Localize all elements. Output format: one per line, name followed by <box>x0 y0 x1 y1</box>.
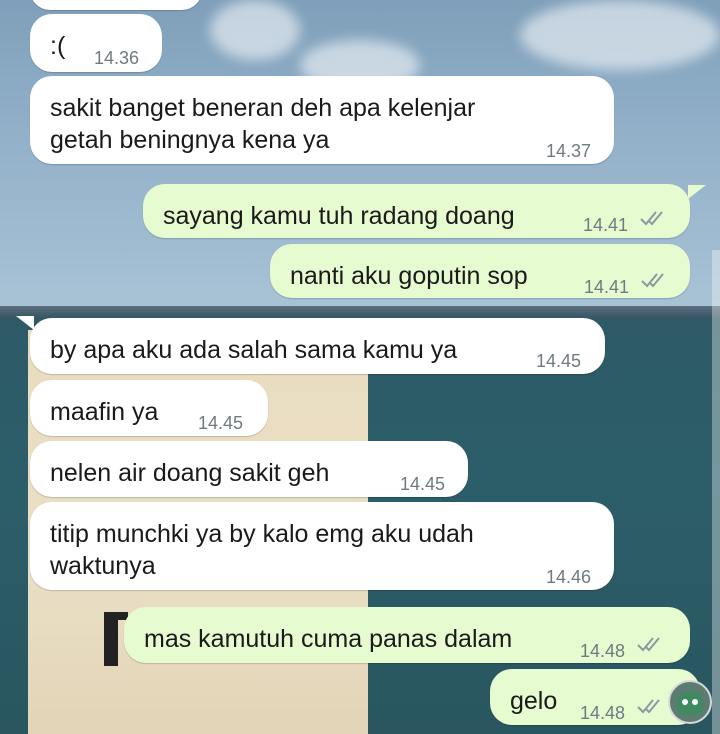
message-text: sakit banget beneran deh apa kelenjar ge… <box>50 94 476 154</box>
bubble-tail <box>688 185 706 199</box>
message-text: nanti aku goputin sop <box>290 262 528 290</box>
message-timestamp: 14.37 <box>546 141 592 161</box>
double-check-icon <box>640 211 663 226</box>
wallpaper-edge <box>712 250 720 734</box>
message-text: maafin ya <box>50 398 159 426</box>
sticker-face <box>677 692 703 714</box>
message-bubble-incoming[interactable]: titip munchki ya by kalo emg aku udah wa… <box>30 502 614 590</box>
wallpaper-cloud <box>520 0 720 70</box>
message-timestamp: 14.41 <box>584 277 630 297</box>
message-text: by apa aku ada salah sama kamu ya <box>50 336 458 364</box>
bubble-tail <box>16 316 34 330</box>
message-bubble-partial[interactable] <box>30 0 202 10</box>
wallpaper-cloud <box>210 0 300 60</box>
sticker-eye <box>692 699 698 705</box>
message-text: :( <box>50 32 66 60</box>
message-timestamp: 14.48 <box>580 703 626 723</box>
message-timestamp: 14.46 <box>546 567 592 587</box>
double-check-icon <box>641 273 664 288</box>
message-timestamp: 14.45 <box>536 351 582 371</box>
message-bubble-incoming[interactable]: maafin ya 14.45 <box>30 380 268 436</box>
message-bubble-incoming[interactable]: by apa aku ada salah sama kamu ya 14.45 <box>30 318 605 374</box>
robot-sticker-icon <box>668 680 712 724</box>
wallpaper-letter <box>104 612 118 666</box>
sticker-eye <box>682 699 688 705</box>
message-bubble-incoming[interactable]: :( 14.36 <box>30 14 162 72</box>
wallpaper-letter <box>104 612 128 620</box>
message-text: mas kamutuh cuma panas dalam <box>144 625 513 653</box>
message-timestamp: 14.41 <box>583 215 629 235</box>
double-check-icon <box>637 699 660 714</box>
message-bubble-outgoing[interactable]: mas kamutuh cuma panas dalam 14.48 <box>124 607 690 663</box>
message-bubble-incoming[interactable]: nelen air doang sakit geh 14.45 <box>30 441 468 497</box>
message-timestamp: 14.45 <box>400 474 446 494</box>
message-timestamp: 14.48 <box>580 641 626 661</box>
message-timestamp: 14.36 <box>94 48 140 68</box>
message-bubble-outgoing[interactable]: sayang kamu tuh radang doang 14.41 <box>143 184 690 238</box>
message-timestamp: 14.45 <box>198 413 244 433</box>
message-text: gelo <box>510 687 558 715</box>
message-bubble-incoming[interactable]: sakit banget beneran deh apa kelenjar ge… <box>30 76 614 164</box>
double-check-icon <box>637 637 660 652</box>
message-bubble-outgoing[interactable]: nanti aku goputin sop 14.41 <box>270 244 690 298</box>
message-text: nelen air doang sakit geh <box>50 459 330 487</box>
message-text: titip munchki ya by kalo emg aku udah wa… <box>50 520 474 580</box>
message-text: sayang kamu tuh radang doang <box>163 202 515 230</box>
